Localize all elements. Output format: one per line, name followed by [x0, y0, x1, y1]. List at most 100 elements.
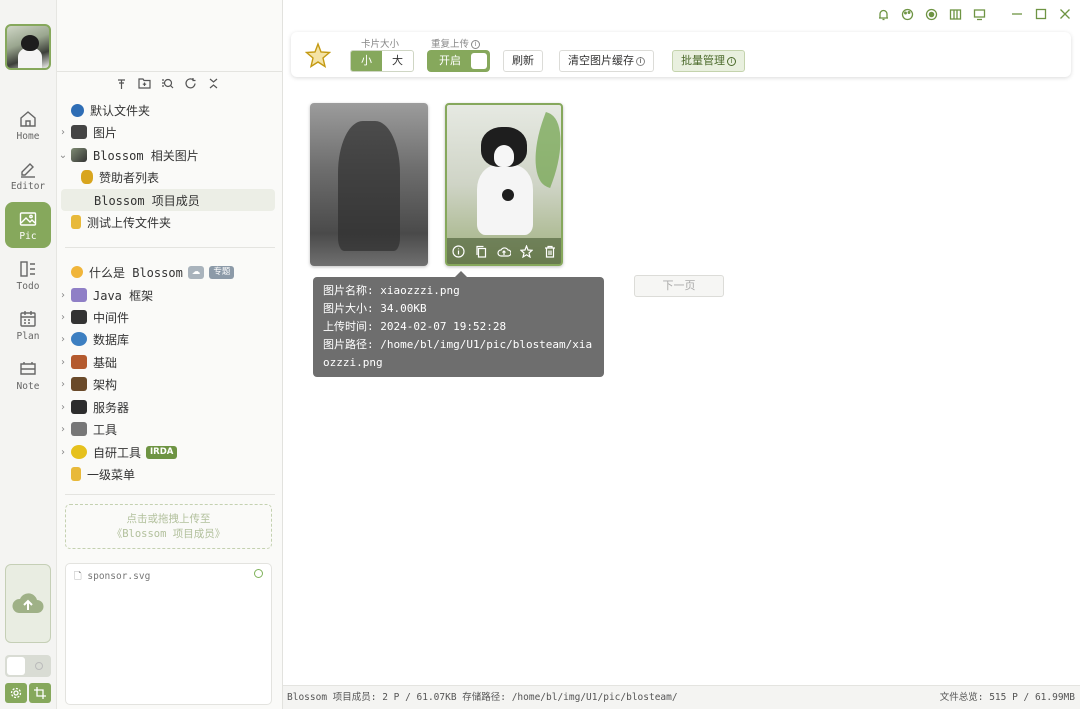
rail-item-pic[interactable]: Pic — [5, 202, 51, 248]
folder-icon — [71, 467, 81, 481]
chevron-right-icon: › — [61, 423, 65, 435]
trash-icon[interactable] — [543, 244, 557, 258]
tree-item-blossom-images[interactable]: ⌄ Blossom 相关图片 — [57, 144, 275, 166]
avatar[interactable] — [5, 24, 51, 70]
home-icon — [20, 110, 36, 127]
rail-label-plan: Plan — [16, 330, 40, 342]
settings-button[interactable] — [5, 683, 27, 703]
rail-label-pic: Pic — [19, 230, 37, 242]
batch-manage-button[interactable]: 批量管理 i — [672, 50, 745, 72]
tree-item-basics[interactable]: › 基础 — [57, 351, 275, 373]
tree-item-images[interactable]: › 图片 — [57, 121, 275, 143]
success-check-icon — [254, 569, 263, 578]
tooltip-time: 上传时间: 2024-02-07 19:52:28 — [323, 320, 507, 333]
size-large-option[interactable]: 大 — [382, 51, 413, 71]
quick-upload-button[interactable] — [5, 564, 51, 643]
cloud-icon: ☁ — [187, 265, 205, 279]
status-right: 文件总览: 515 P / 61.99MB — [939, 692, 1075, 703]
record-icon[interactable] — [924, 7, 938, 21]
window-controls — [876, 5, 1072, 23]
maximize-icon[interactable] — [1034, 7, 1048, 21]
tree-item-label: 基础 — [93, 355, 118, 370]
tree-item-tools[interactable]: › 工具 — [57, 418, 275, 440]
clear-cache-label: 清空图片缓存 — [568, 54, 634, 67]
tree-item-architecture[interactable]: › 架构 — [57, 373, 275, 395]
cloud-upload-icon[interactable] — [497, 244, 511, 258]
chevron-right-icon: › — [61, 311, 65, 323]
card-size-label: 卡片大小 — [361, 39, 400, 50]
star-outline-icon[interactable] — [520, 244, 534, 258]
chevron-right-icon: › — [61, 356, 65, 368]
image-card[interactable] — [310, 103, 428, 266]
close-icon[interactable] — [1058, 7, 1072, 21]
palette-icon[interactable] — [900, 7, 914, 21]
add-folder-icon[interactable] — [137, 76, 152, 91]
image-card-selected[interactable] — [445, 103, 563, 266]
size-small-option[interactable]: 小 — [351, 51, 382, 71]
info-icon: i — [471, 40, 481, 49]
upload-list: 🗋 sponsor.svg — [65, 563, 272, 705]
tree-item-java[interactable]: › Java 框架 — [57, 284, 275, 306]
tree-item-default-folder[interactable]: 默认文件夹 — [57, 99, 275, 121]
rail-label-editor: Editor — [10, 180, 46, 192]
refresh-button[interactable]: 刷新 — [503, 50, 543, 72]
crop-icon — [34, 687, 46, 699]
star-icon[interactable] — [304, 42, 332, 69]
refresh-icon[interactable] — [183, 76, 198, 91]
upload-hint-line2: 《Blossom 项目成员》 — [111, 528, 226, 540]
image-info-tooltip: 图片名称: xiaozzzi.png 图片大小: 34.00KB 上传时间: 2… — [313, 271, 604, 377]
upload-hint-line1: 点击或拖拽上传至 — [126, 513, 211, 525]
spark-icon — [71, 445, 87, 459]
next-page-button[interactable]: 下一页 — [634, 275, 724, 297]
database-icon — [71, 332, 87, 346]
crop-button[interactable] — [29, 683, 51, 703]
tree-item-label: 默认文件夹 — [90, 103, 151, 118]
bell-icon[interactable] — [876, 7, 890, 21]
brick-icon — [71, 355, 87, 369]
file-icon: 🗋 — [74, 571, 82, 582]
clear-cache-button[interactable]: 清空图片缓存 i — [559, 50, 654, 72]
info-icon[interactable] — [451, 244, 465, 258]
rail-item-editor[interactable]: Editor — [5, 152, 51, 198]
rail-label-note: Note — [16, 380, 40, 392]
tree-item-label: 什么是 Blossom — [89, 265, 183, 280]
copy-icon[interactable] — [474, 244, 488, 258]
cat-photo-icon — [71, 148, 87, 162]
rail-item-note[interactable]: Note — [5, 352, 51, 398]
tree-item-database[interactable]: › 数据库 — [57, 328, 275, 350]
tree-item-top-menu[interactable]: 一级菜单 — [57, 463, 275, 485]
flower-icon — [71, 266, 83, 278]
tree-item-label: 架构 — [93, 377, 118, 392]
rail-label-home: Home — [16, 130, 40, 142]
minimize-icon[interactable] — [1010, 7, 1024, 21]
tree-item-label: 一级菜单 — [87, 467, 136, 482]
search-folder-icon[interactable] — [160, 76, 175, 91]
tree-item-label: 测试上传文件夹 — [87, 215, 172, 230]
image-icon — [71, 125, 87, 139]
upload-dropzone[interactable]: 点击或拖拽上传至 《Blossom 项目成员》 — [65, 504, 272, 549]
topic-badge: 专题 — [209, 265, 235, 279]
tree-item-test-upload[interactable]: 测试上传文件夹 — [57, 211, 275, 233]
folder-default-icon — [71, 103, 84, 117]
rail-item-todo[interactable]: Todo — [5, 252, 51, 298]
tree-item-label: 自研工具 — [93, 445, 142, 460]
theme-toggle[interactable] — [5, 655, 51, 677]
java-icon — [71, 288, 87, 302]
columns-icon[interactable] — [948, 7, 962, 21]
tree-item-what-is-blossom[interactable]: 什么是 Blossom ☁ 专题 — [57, 261, 275, 283]
chevron-right-icon: › — [61, 289, 65, 301]
pin-icon[interactable] — [114, 76, 129, 91]
monitor-icon[interactable] — [972, 7, 986, 21]
monitor-icon — [71, 400, 87, 414]
tree-item-self-tools[interactable]: › 自研工具 IRDA — [57, 441, 275, 463]
rail-item-home[interactable]: Home — [5, 102, 51, 148]
collapse-icon[interactable] — [206, 76, 221, 91]
tree-item-middleware[interactable]: › 中间件 — [57, 306, 275, 328]
repeat-upload-switch[interactable]: 开启 — [427, 50, 490, 72]
tree-item-server[interactable]: › 服务器 — [57, 396, 275, 418]
tree-item-members[interactable]: Blossom 项目成员 — [61, 189, 275, 211]
tree-item-sponsors[interactable]: 赞助者列表 — [57, 166, 275, 188]
rail-item-plan[interactable]: Plan — [5, 302, 51, 348]
repeat-upload-label: 重复上传 i — [431, 36, 481, 50]
folder-tree-panel: 默认文件夹 › 图片 ⌄ Blossom 相关图片 赞助者列表 Blossom … — [57, 0, 283, 709]
